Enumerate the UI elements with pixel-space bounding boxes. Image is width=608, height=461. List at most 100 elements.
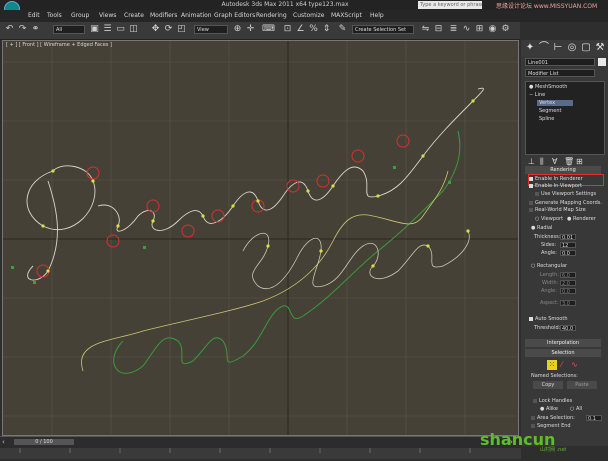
renderer-radio[interactable]: ● Renderer — [567, 216, 596, 222]
enable-in-viewport-checkbox[interactable]: Enable In Viewport — [529, 183, 582, 189]
all-radio[interactable]: ○ All — [570, 406, 582, 412]
segment-end-checkbox[interactable]: Segment End — [531, 423, 571, 429]
menu-rendering[interactable]: Rendering — [256, 12, 287, 19]
utilities-tab-icon[interactable]: ⚒ — [594, 42, 606, 54]
front-viewport[interactable] — [2, 40, 519, 436]
viewport-radio[interactable]: ○ Viewport — [535, 216, 563, 222]
thickness-spinner[interactable]: 0.01 — [560, 234, 576, 241]
real-world-map-checkbox[interactable]: Real-World Map Size — [529, 207, 586, 213]
generate-mapping-checkbox[interactable]: Generate Mapping Coords. — [529, 200, 602, 206]
make-unique-icon[interactable]: ∀ — [552, 157, 557, 166]
free-spline-text[interactable] — [242, 230, 470, 289]
menu-customize[interactable]: Customize — [293, 12, 325, 19]
rectangular-radio[interactable]: ○ Rectangular — [531, 263, 567, 269]
tangent-handles[interactable] — [11, 166, 451, 284]
stack-item-vertex[interactable]: Vertex — [537, 100, 574, 106]
area-selection-checkbox[interactable]: Area Selection: — [531, 415, 575, 421]
vertex-mode-icon[interactable]: ⁙ — [547, 360, 557, 370]
time-slider[interactable]: 0 / 100 — [14, 439, 74, 445]
percent-snap-icon[interactable]: % — [308, 24, 319, 35]
stack-item-meshsmooth[interactable]: ● MeshSmooth — [529, 84, 567, 90]
display-tab-icon[interactable]: ▢ — [580, 42, 592, 54]
vertex-points[interactable] — [41, 99, 475, 273]
align-icon[interactable]: ⊟ — [433, 24, 444, 35]
menu-help[interactable]: Help — [370, 12, 384, 19]
threshold-spinner[interactable]: 40.0 — [560, 325, 576, 332]
snap-toggle-icon[interactable]: ⊡ — [282, 24, 293, 35]
named-selection-dropdown[interactable]: Create Selection Set — [352, 25, 414, 34]
selection-filter-dropdown[interactable]: All — [53, 25, 85, 34]
edit-named-selection-icon[interactable]: ✎ — [337, 24, 348, 35]
pin-stack-icon[interactable]: ⊥ — [528, 157, 535, 166]
angle2-spinner[interactable]: 0.0 — [560, 288, 576, 295]
select-manipulate-icon[interactable]: ✛ — [245, 24, 256, 35]
menu-maxscript[interactable]: MAXScript — [331, 12, 362, 19]
remove-modifier-icon[interactable]: 🗑 — [564, 157, 574, 166]
stack-item-line[interactable]: − Line — [529, 92, 545, 98]
keyboard-shortcut-icon[interactable]: ⌨ — [262, 24, 275, 35]
alike-radio[interactable]: ● Alike — [540, 406, 558, 412]
redo-icon[interactable]: ↷ — [17, 24, 28, 35]
link-icon[interactable]: ⚭ — [30, 24, 41, 35]
menu-views[interactable]: Views — [99, 12, 116, 19]
stack-item-segment[interactable]: Segment — [539, 108, 562, 114]
selection-rollout-header[interactable]: Selection — [525, 349, 601, 357]
modify-tab-icon[interactable]: ⌒ — [538, 42, 550, 54]
undo-icon[interactable]: ↶ — [4, 24, 15, 35]
select-object-icon[interactable]: ▣ — [89, 24, 100, 35]
segment-mode-icon[interactable]: ⁄ — [561, 360, 562, 369]
pivot-icon[interactable]: ⊕ — [232, 24, 243, 35]
create-tab-icon[interactable]: ✦ — [524, 42, 536, 54]
spinner-snap-icon[interactable]: ⇕ — [321, 24, 332, 35]
menu-animation[interactable]: Animation — [181, 12, 212, 19]
menu-modifiers[interactable]: Modifiers — [150, 12, 177, 19]
menu-create[interactable]: Create — [124, 12, 144, 19]
search-input[interactable]: Type a keyword or phrase — [418, 1, 482, 9]
angle-spinner[interactable]: 0.0 — [560, 250, 576, 257]
yellow-outline-spline[interactable] — [81, 170, 449, 372]
radial-radio[interactable]: ● Radial — [531, 225, 552, 231]
rendering-rollout-header[interactable]: Rendering — [525, 166, 601, 174]
render-setup-icon[interactable]: ⚙ — [500, 24, 511, 35]
schematic-view-icon[interactable]: ⊞ — [474, 24, 485, 35]
motion-tab-icon[interactable]: ◎ — [566, 42, 578, 54]
angle-snap-icon[interactable]: ∠ — [295, 24, 306, 35]
width-spinner[interactable]: 2.0 — [560, 280, 576, 287]
interpolation-rollout-header[interactable]: Interpolation — [525, 339, 601, 347]
length-spinner[interactable]: 6.0 — [560, 272, 576, 279]
rotate-icon[interactable]: ⟳ — [163, 24, 174, 35]
layer-manager-icon[interactable]: ≣ — [448, 24, 459, 35]
menu-graph-editors[interactable]: Graph Editors — [214, 12, 255, 19]
stack-item-spline[interactable]: Spline — [539, 116, 554, 122]
spline-mode-icon[interactable]: ∿ — [571, 360, 578, 369]
copy-button[interactable]: Copy — [533, 381, 563, 389]
reference-coord-dropdown[interactable]: View — [194, 25, 228, 34]
green-spline-curve[interactable] — [113, 130, 461, 374]
configure-modifier-sets-icon[interactable]: ⊞ — [576, 157, 583, 166]
lock-handles-checkbox[interactable]: Lock Handles — [533, 398, 572, 404]
rectangle-selection-icon[interactable]: ▭ — [115, 24, 126, 35]
use-viewport-settings-checkbox[interactable]: Use Viewport Settings — [535, 191, 596, 197]
mirror-icon[interactable]: ⇋ — [420, 24, 431, 35]
menu-tools[interactable]: Tools — [47, 12, 62, 19]
paste-button[interactable]: Paste — [567, 381, 597, 389]
hierarchy-tab-icon[interactable]: ⊢ — [552, 42, 564, 54]
object-color-swatch[interactable] — [598, 58, 606, 66]
aspect-spinner[interactable]: 3.0 — [560, 300, 576, 307]
material-editor-icon[interactable]: ◉ — [487, 24, 498, 35]
select-by-name-icon[interactable]: ☰ — [102, 24, 113, 35]
scale-icon[interactable]: ◰ — [176, 24, 187, 35]
menu-edit[interactable]: Edit — [28, 12, 40, 19]
sides-spinner[interactable]: 12 — [560, 242, 576, 249]
object-name-field[interactable]: Line001 — [525, 58, 595, 66]
auto-smooth-checkbox[interactable]: Auto Smooth — [529, 316, 568, 322]
move-icon[interactable]: ✥ — [150, 24, 161, 35]
viewport-label[interactable]: [ + ] [ Front ] [ Wireframe + Edged Face… — [6, 42, 112, 48]
modifier-list-dropdown[interactable]: Modifier List — [525, 69, 595, 77]
menu-group[interactable]: Group — [71, 12, 89, 19]
enable-in-renderer-checkbox[interactable]: Enable In Renderer — [529, 176, 583, 182]
prev-frame-icon[interactable]: ‹ — [2, 438, 5, 446]
curve-editor-icon[interactable]: ∿ — [461, 24, 472, 35]
window-crossing-icon[interactable]: ◫ — [128, 24, 139, 35]
track-bar[interactable] — [0, 448, 521, 459]
